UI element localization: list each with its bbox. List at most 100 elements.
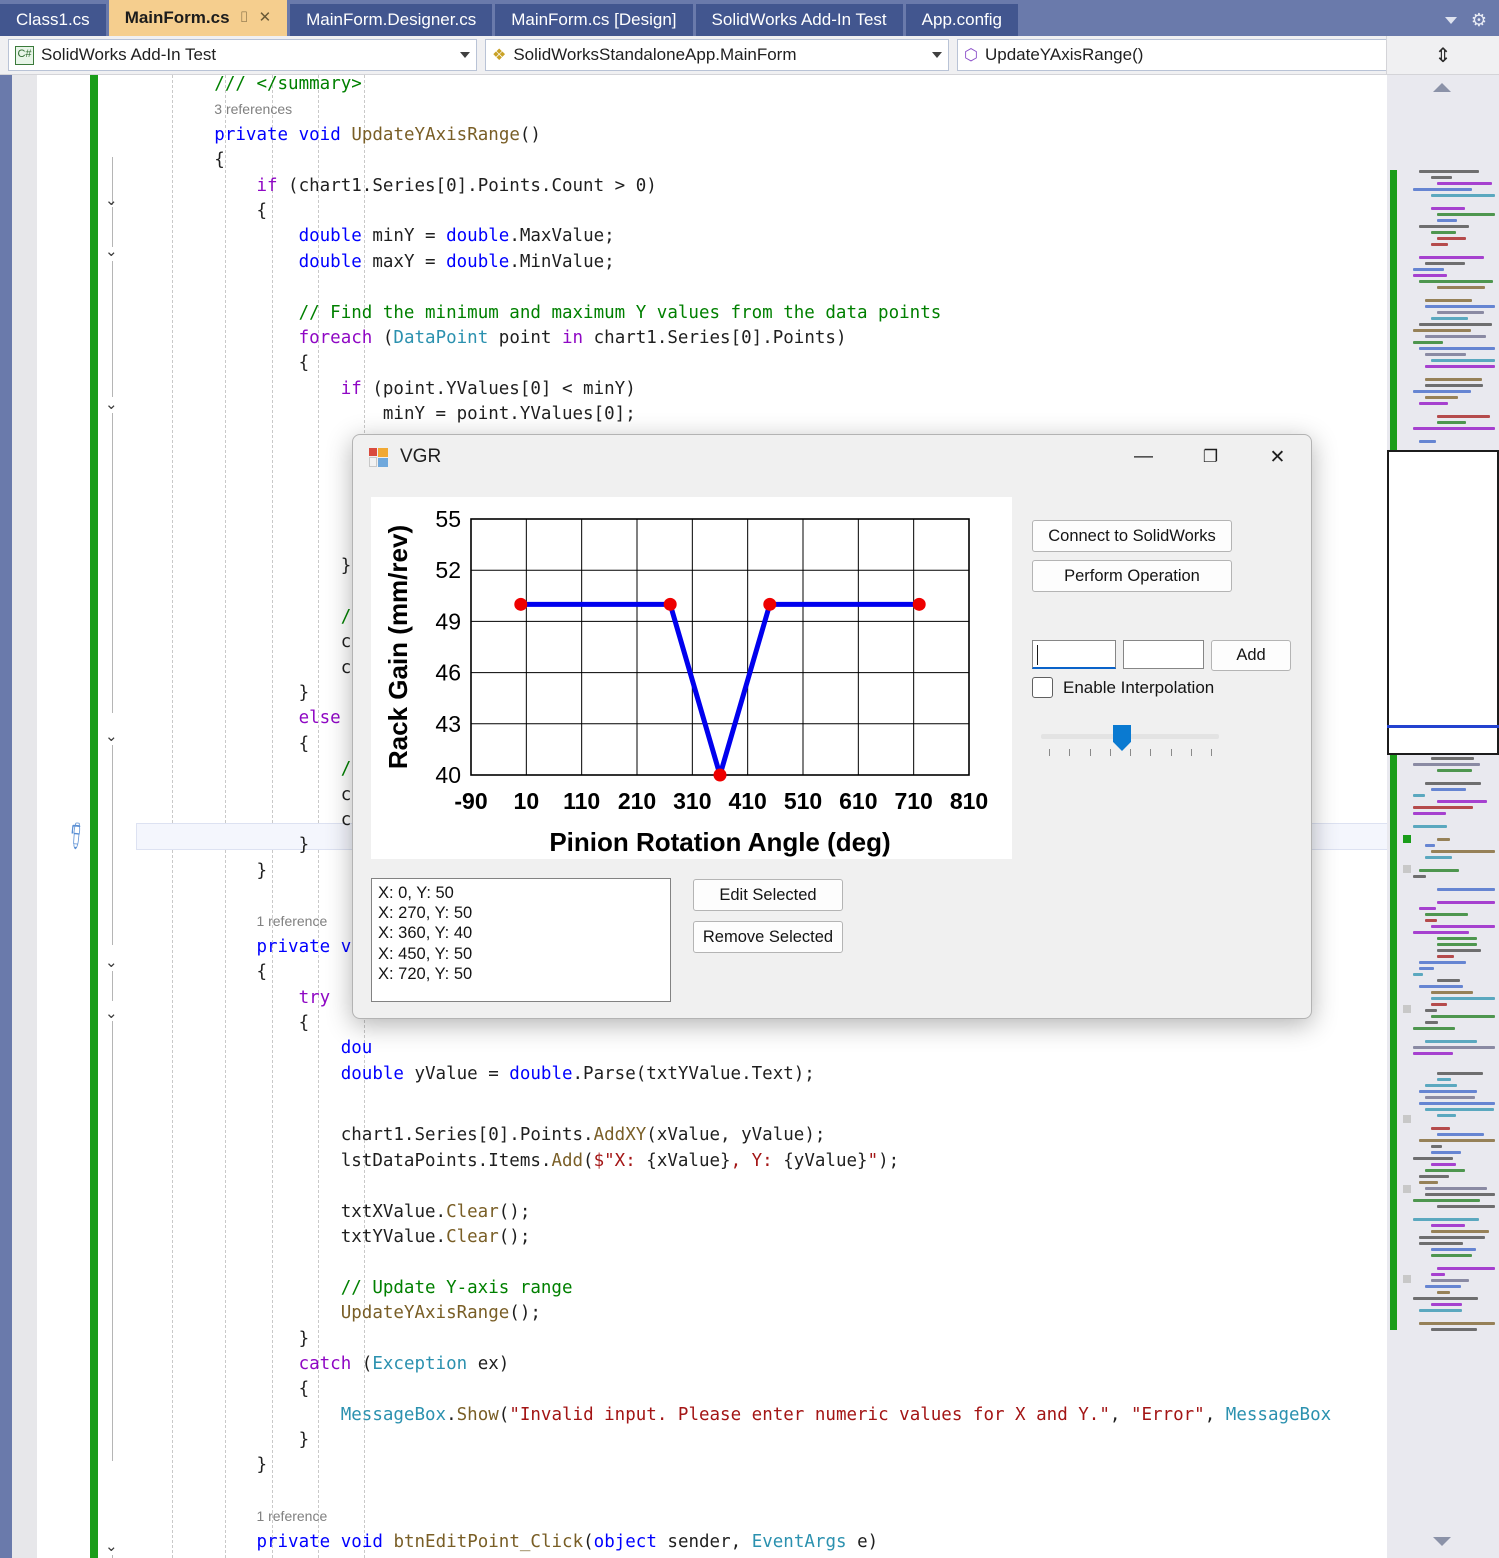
close-icon: ✕ [1269, 446, 1286, 468]
minimap-viewport[interactable] [1387, 450, 1499, 755]
minimap-code-row [1425, 782, 1481, 785]
x-value-input[interactable] [1032, 640, 1116, 669]
minimap-code-row [1431, 1248, 1476, 1251]
minimap-code-row [1437, 949, 1481, 952]
scroll-down-arrow-icon[interactable] [1433, 1537, 1451, 1546]
y-tick-label: 52 [435, 557, 461, 583]
minimap-code-row [1419, 1309, 1462, 1312]
list-item[interactable]: X: 270, Y: 50 [378, 903, 664, 923]
rack-gain-chart[interactable]: 40 43 46 49 52 55 -90 10 110 210 310 410 510 610 710 81… [371, 497, 1012, 859]
minimap-code-row [1425, 1285, 1461, 1288]
data-points-listbox[interactable]: X: 0, Y: 50 X: 270, Y: 50 X: 360, Y: 40 X: … [371, 878, 671, 1002]
tab-mainform-design[interactable]: MainForm.cs [Design] [495, 4, 693, 36]
chevron-down-icon[interactable] [932, 52, 942, 58]
chevron-down-icon[interactable] [1444, 16, 1457, 24]
collapse-chevron-icon[interactable]: ⌄ [105, 395, 121, 413]
minimap-code-row [1413, 1157, 1453, 1160]
interpolation-slider[interactable] [1041, 723, 1219, 757]
dialog-title-bar[interactable]: VGR — ❐ ✕ [353, 435, 1311, 479]
tab-app-config[interactable]: App.config [905, 4, 1018, 36]
button-label: Remove Selected [702, 927, 834, 946]
minimap-code-row [1425, 396, 1458, 399]
tab-label: Class1.cs [16, 10, 90, 29]
minimap-code-row [1431, 788, 1466, 791]
collapse-chevron-icon[interactable]: ⌄ [105, 1537, 121, 1555]
project-combo[interactable]: C# SolidWorks Add-In Test [8, 39, 477, 71]
list-item[interactable]: X: 360, Y: 40 [378, 923, 664, 943]
tab-mainform-cs[interactable]: MainForm.cs ⌷ ✕ [108, 0, 288, 36]
minimap-marker [1403, 1185, 1411, 1193]
x-tick-label: 310 [673, 788, 711, 814]
tab-mainform-designer[interactable]: MainForm.Designer.cs [290, 4, 493, 36]
code-line: private void btnEditPoint_Click(object s… [256, 1531, 879, 1552]
maximize-button[interactable]: ❐ [1177, 435, 1244, 479]
editor-minimap[interactable] [1387, 75, 1499, 1558]
minimap-code-row [1419, 256, 1484, 259]
y-value-input[interactable] [1123, 640, 1204, 669]
minimap-code-row [1431, 1003, 1447, 1006]
minimap-code-row [1419, 1090, 1477, 1093]
vgr-dialog-window[interactable]: VGR — ❐ ✕ 40 43 46 49 52 55 -90 10 110 210 310 410 5… [352, 434, 1312, 1019]
chart-svg: 40 43 46 49 52 55 -90 10 110 210 310 410 510 610 710 81… [383, 506, 988, 857]
edit-selected-button[interactable]: Edit Selected [693, 879, 843, 911]
collapse-chevron-icon[interactable]: ⌄ [105, 953, 121, 971]
code-line: /// </summary> [214, 75, 362, 94]
minimap-code-row [1413, 825, 1447, 828]
window-controls: — ❐ ✕ [1110, 435, 1311, 479]
minimize-button[interactable]: — [1110, 435, 1177, 479]
enable-interpolation-checkbox[interactable] [1032, 677, 1053, 698]
member-combo-value: UpdateYAxisRange() [984, 45, 1144, 64]
collapse-chevron-icon[interactable]: ⌄ [105, 191, 121, 209]
type-combo[interactable]: ❖ SolidWorksStandaloneApp.MainForm [485, 39, 949, 71]
minimap-code-row [1419, 1181, 1438, 1184]
tab-solidworks-addin-test[interactable]: SolidWorks Add-In Test [695, 4, 903, 36]
minimap-code-row [1419, 1236, 1485, 1239]
connect-to-solidworks-button[interactable]: Connect to SolidWorks [1032, 520, 1232, 552]
minimap-code-row [1437, 888, 1495, 891]
add-point-button[interactable]: Add [1211, 640, 1291, 671]
editor-change-bar [90, 75, 98, 1558]
split-editor-button[interactable]: ⇕ [1386, 36, 1499, 74]
minimap-code-row [1419, 1102, 1495, 1105]
minimap-code-row [1431, 1145, 1442, 1148]
minimap-code-row [1431, 1015, 1495, 1018]
minimap-code-row [1431, 1273, 1445, 1276]
minimap-code-row [1431, 1127, 1450, 1130]
gear-icon[interactable]: ⚙ [1471, 10, 1487, 31]
minimap-code-row [1425, 1187, 1487, 1190]
list-item[interactable]: X: 0, Y: 50 [378, 883, 664, 903]
y-axis-title: Rack Gain (mm/rev) [383, 525, 413, 769]
tab-class1[interactable]: Class1.cs [0, 4, 106, 36]
list-item[interactable]: X: 450, Y: 50 [378, 944, 664, 964]
enable-interpolation-row[interactable]: Enable Interpolation [1032, 677, 1214, 698]
minimap-code-row [1437, 1291, 1450, 1294]
minimap-code-row [1431, 359, 1495, 362]
minimap-code-row [1419, 1139, 1495, 1142]
series-marker [713, 768, 727, 782]
pin-icon[interactable]: ⌷ [240, 0, 249, 36]
minimap-code-row [1413, 794, 1425, 797]
editor-breakpoint-gutter[interactable] [12, 75, 37, 1558]
list-item[interactable]: X: 720, Y: 50 [378, 964, 664, 984]
text-caret [1037, 645, 1038, 665]
x-tick-label: 10 [514, 788, 540, 814]
perform-operation-button[interactable]: Perform Operation [1032, 560, 1232, 592]
collapse-chevron-icon[interactable]: ⌄ [105, 242, 121, 260]
code-line: txtYValue.Clear(); [340, 1226, 531, 1247]
minimap-code-row [1413, 188, 1472, 191]
minimap-code-row [1425, 913, 1468, 916]
slider-thumb[interactable] [1113, 725, 1131, 751]
remove-selected-button[interactable]: Remove Selected [693, 921, 843, 953]
collapse-chevron-icon[interactable]: ⌄ [105, 1004, 121, 1022]
close-icon[interactable]: ✕ [259, 0, 272, 36]
collapse-chevron-icon[interactable]: ⌄ [105, 727, 121, 745]
scroll-up-arrow-icon[interactable] [1433, 83, 1451, 92]
minimap-code-row [1425, 299, 1472, 302]
member-combo[interactable]: ⬡ UpdateYAxisRange() [957, 39, 1421, 71]
chevron-down-icon[interactable] [460, 52, 470, 58]
minimap-code-row [1437, 943, 1477, 946]
close-button[interactable]: ✕ [1244, 435, 1311, 479]
code-line: if (point.YValues[0] < minY) [340, 378, 636, 399]
minimap-code-row [1413, 812, 1446, 815]
